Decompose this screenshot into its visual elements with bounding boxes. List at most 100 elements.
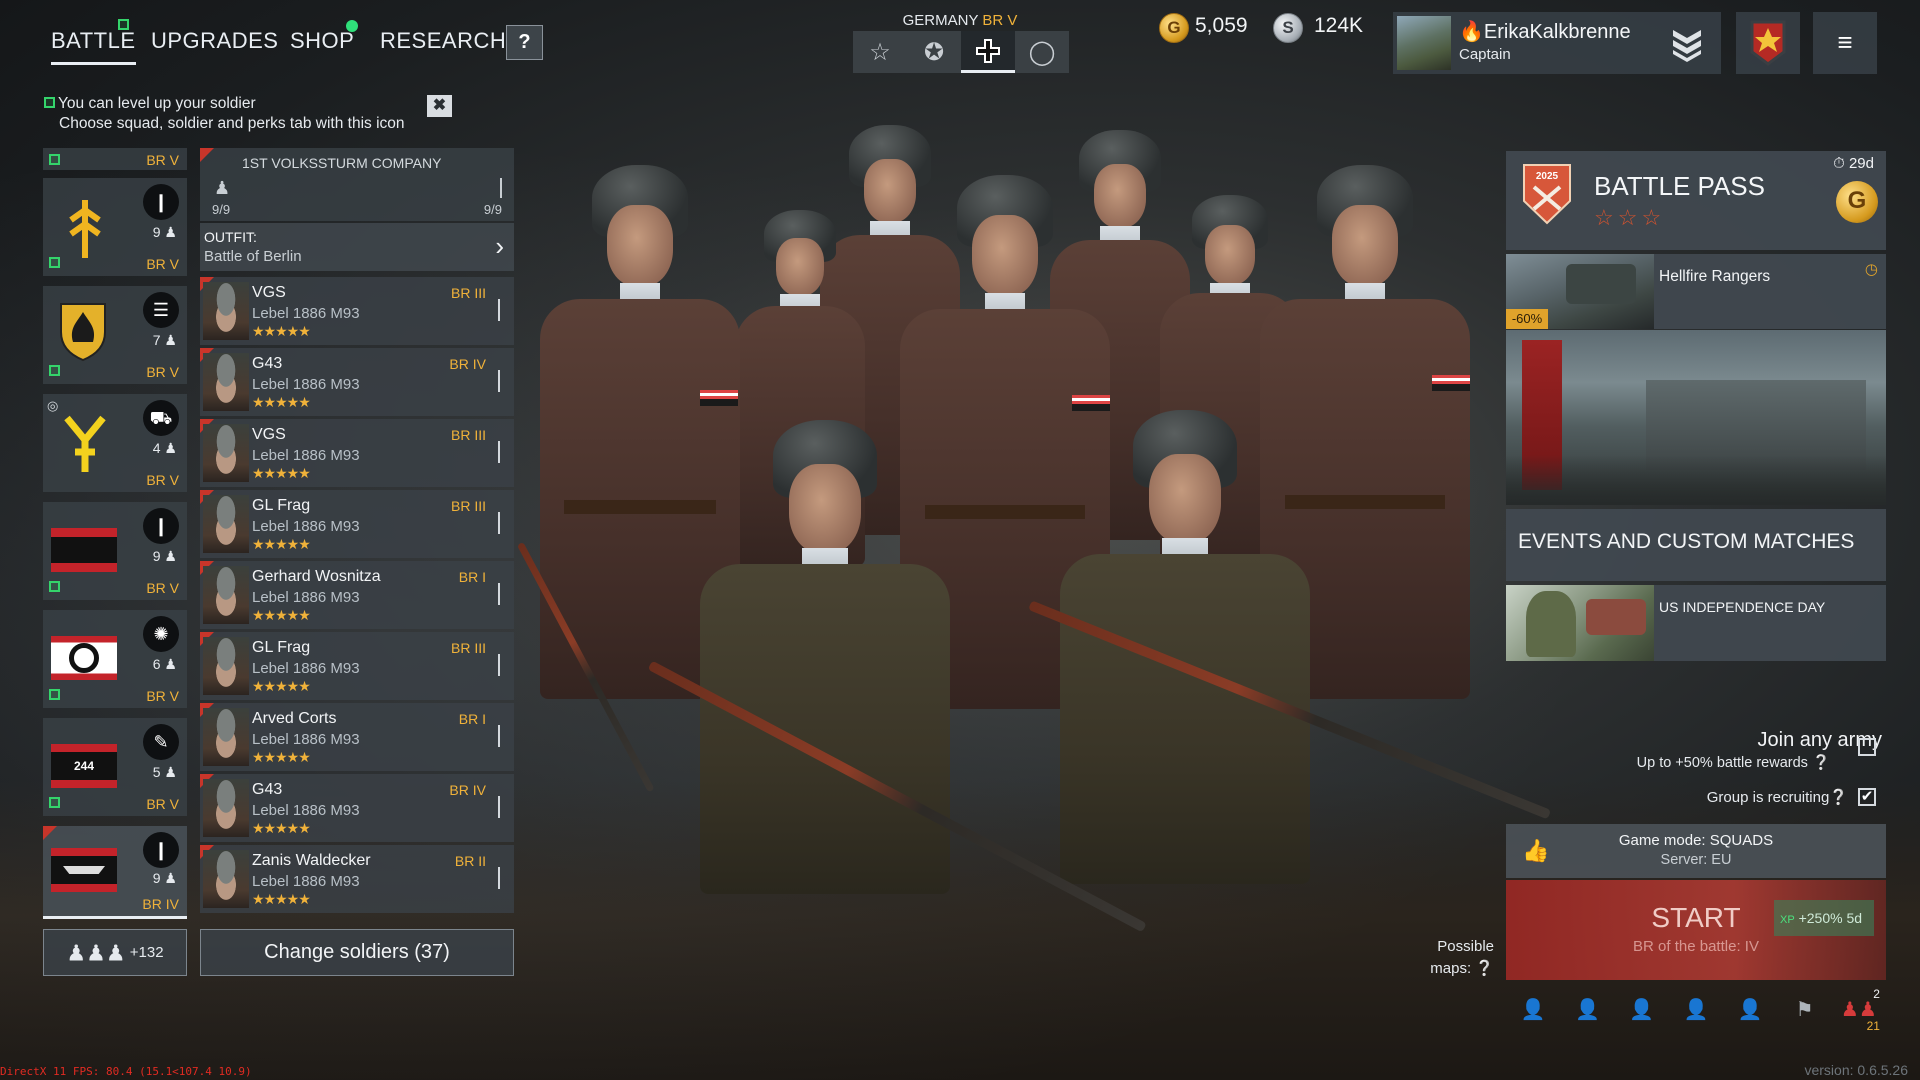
squad-type-infantry-icon: ❙	[143, 508, 179, 544]
soldier-row[interactable]: GL Frag Lebel 1886 M93 BR III ★★★★★	[200, 632, 514, 700]
soldier-row[interactable]: G43 Lebel 1886 M93 BR IV ★★★★★	[200, 348, 514, 416]
tip-line-1: You can level up your soldier	[58, 95, 256, 112]
group-recruiting-label: Group is recruiting❔	[1706, 789, 1848, 806]
add-friend-icon[interactable]: 👤	[1615, 985, 1669, 1033]
nation-name: GERMANY	[902, 12, 979, 29]
soldier-row[interactable]: VGS Lebel 1886 M93 BR III ★★★★★	[200, 419, 514, 487]
company-count-left: 9/9	[212, 202, 231, 217]
soldier-row[interactable]: Zanis Waldecker Lebel 1886 M93 BR II ★★★…	[200, 845, 514, 913]
squad-card-5[interactable]: ✺ 6 ♟ BR V	[43, 610, 187, 708]
squad-br: BR V	[146, 152, 179, 168]
squad-card-partial[interactable]: BR V	[43, 148, 187, 170]
server-label: Server: EU	[1660, 852, 1732, 868]
join-any-army-label: Join any army	[1757, 729, 1883, 751]
soldier-stars: ★★★★★	[252, 891, 311, 907]
soldier-row[interactable]: Arved Corts Lebel 1886 M93 BR I ★★★★★	[200, 703, 514, 771]
squad-card-6[interactable]: 244 ✎ 5 ♟ BR V	[43, 718, 187, 816]
clock-icon: ◷	[1864, 261, 1878, 278]
soldier-br: BR I	[458, 711, 486, 727]
soldier-br: BR IV	[449, 782, 486, 798]
outfit-selector[interactable]: OUTFIT: Battle of Berlin ›	[200, 223, 514, 271]
star-outline-icon[interactable]: ☆	[853, 31, 907, 73]
tip-close-button[interactable]: ✖	[427, 95, 452, 117]
chevron-right-icon: ›	[495, 231, 504, 261]
ammo-icon	[498, 725, 500, 747]
squad-card-1[interactable]: ❙ 9 ♟ BR V	[43, 178, 187, 276]
ammo-icon	[498, 512, 500, 534]
ammo-icon	[500, 178, 502, 198]
military-rank-button[interactable]	[1736, 12, 1800, 74]
soldier-portrait	[203, 495, 249, 553]
tab-upgrades[interactable]: UPGRADES	[151, 28, 278, 54]
add-friend-icon[interactable]: 👤	[1506, 985, 1560, 1033]
squad-count: 5 ♟	[152, 764, 177, 780]
soldier-row[interactable]: VGS Lebel 1886 M93 BR III ★★★★★	[200, 277, 514, 345]
events-custom-matches-button[interactable]: EVENTS AND CUSTOM MATCHES	[1506, 509, 1886, 581]
tab-research[interactable]: RESEARCH	[380, 28, 506, 54]
squad-card-4[interactable]: ❙ 9 ♟ BR V	[43, 502, 187, 600]
hellfire-rangers-offer[interactable]: -60% Hellfire Rangers ◷	[1506, 254, 1886, 329]
company-header: 1ST VOLKSSTURM COMPANY ♟ 9/9 9/9	[200, 148, 514, 221]
help-circle-icon: ❔	[1829, 789, 1848, 806]
xp-boost-value: +250% 5d	[1798, 910, 1863, 926]
start-br-label: BR of the battle: IV	[1633, 938, 1759, 955]
squad-type-vehicle-icon: ⛟	[143, 400, 179, 436]
squad-card-3[interactable]: ◎ ⛟ 4 ♟ BR V	[43, 394, 187, 492]
add-friend-icon[interactable]: 👤	[1560, 985, 1614, 1033]
change-soldiers-button[interactable]: Change soldiers (37)	[200, 929, 514, 976]
possible-maps[interactable]: Possible maps: ❔	[1420, 936, 1494, 980]
svg-text:2025: 2025	[1536, 171, 1559, 182]
soldier-stars: ★★★★★	[252, 323, 311, 339]
xp-boost-badge: XP +250% 5d	[1774, 900, 1874, 936]
squad-count: 9 ♟	[152, 548, 177, 564]
party-members-icon[interactable]: ♟♟ 2 21	[1832, 985, 1886, 1033]
silver-amount: 124K	[1314, 14, 1364, 37]
soldier-br: BR III	[450, 498, 486, 514]
party-slots: 👤 👤 👤 👤 👤 ⚑ ♟♟ 2 21	[1506, 985, 1886, 1033]
ammo-icon	[498, 583, 500, 605]
battle-pass-panel[interactable]: 2025 BATTLE PASS ☆☆☆ ⏱ 29d G	[1506, 151, 1886, 250]
event-thumbnail	[1506, 585, 1654, 661]
start-button[interactable]: START BR of the battle: IV XP +250% 5d	[1506, 880, 1886, 980]
star-circle-icon[interactable]: ✪	[907, 31, 961, 73]
profile-panel[interactable]: 🔥ErikaKalkbrenne Captain	[1393, 12, 1721, 74]
soldier-row[interactable]: GL Frag Lebel 1886 M93 BR III ★★★★★	[200, 490, 514, 558]
squad-card-2[interactable]: ☰ 7 ♟ BR V	[43, 286, 187, 384]
soldier-name: GL Frag	[252, 497, 311, 514]
gold-coin-icon[interactable]: G	[1159, 13, 1189, 43]
flag-icon[interactable]: ⚑	[1777, 985, 1831, 1033]
profile-rank: Captain	[1459, 46, 1511, 63]
soldier-weapon: Lebel 1886 M93	[252, 731, 360, 748]
upgrade-available-icon	[49, 257, 60, 268]
tab-shop[interactable]: SHOP	[290, 28, 354, 54]
ring-icon[interactable]: ◯	[1015, 31, 1069, 73]
game-mode-selector[interactable]: 👍 Game mode: SQUADS Server: EU	[1506, 824, 1886, 878]
soldier-row[interactable]: Gerhard Wosnitza Lebel 1886 M93 BR I ★★★…	[200, 561, 514, 629]
soldiers-reserve-button[interactable]: ♟♟♟ +132	[43, 929, 187, 976]
rank-chevrons-icon	[1667, 22, 1707, 64]
main-menu-button[interactable]: ≡	[1813, 12, 1877, 74]
add-friend-icon[interactable]: 👤	[1723, 985, 1777, 1033]
avatar[interactable]	[1397, 16, 1451, 70]
wreath-band-emblem-icon	[51, 636, 117, 680]
join-any-army-checkbox[interactable]	[1858, 738, 1876, 756]
group-recruiting-checkbox[interactable]: ✔	[1858, 788, 1876, 806]
battle-pass-artwork[interactable]	[1506, 330, 1886, 505]
soldier-weapon: Lebel 1886 M93	[252, 589, 360, 606]
soldier-name: GL Frag	[252, 639, 311, 656]
soldier-portrait	[203, 282, 249, 340]
outfit-label: OUTFIT:	[204, 229, 257, 245]
group-soldiers-icon: ♟♟♟	[66, 940, 126, 966]
balkenkreuz-icon[interactable]	[961, 31, 1015, 73]
tab-battle[interactable]: BATTLE	[51, 28, 136, 65]
possible-maps-line-1: Possible	[1437, 938, 1494, 955]
outfit-value: Battle of Berlin	[204, 248, 302, 265]
help-button[interactable]: ?	[506, 25, 543, 60]
soldier-row[interactable]: G43 Lebel 1886 M93 BR IV ★★★★★	[200, 774, 514, 842]
soldier-weapon: Lebel 1886 M93	[252, 802, 360, 819]
silver-coin-icon[interactable]: S	[1273, 13, 1303, 43]
offer-thumbnail: -60%	[1506, 254, 1654, 329]
squad-card-7-selected[interactable]: ❙ 9 ♟ BR IV	[43, 826, 187, 919]
add-friend-icon[interactable]: 👤	[1669, 985, 1723, 1033]
us-independence-day-event[interactable]: US INDEPENDENCE DAY	[1506, 585, 1886, 661]
